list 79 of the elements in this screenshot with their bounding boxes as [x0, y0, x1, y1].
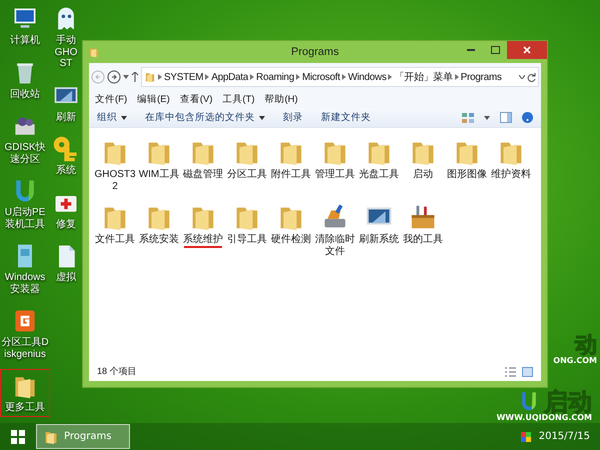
- desktop-shortcut[interactable]: Windows安装器: [0, 239, 50, 298]
- maximize-icon: [490, 46, 500, 54]
- folder-item[interactable]: 引导工具: [225, 199, 269, 248]
- help-icon[interactable]: [522, 112, 533, 123]
- file-item[interactable]: 清除临时文件: [313, 199, 357, 260]
- desktop-shortcut[interactable]: 虚拟: [52, 239, 80, 286]
- windows-logo-icon: [11, 430, 25, 444]
- breadcrumb[interactable]: 「开始」菜单: [394, 70, 453, 84]
- folder-item[interactable]: 文件工具: [93, 199, 137, 248]
- details-view-icon[interactable]: [505, 366, 516, 376]
- status-text: 18 个项目: [97, 365, 137, 378]
- refresh-icon[interactable]: [527, 72, 536, 82]
- window-title: Programs: [291, 46, 339, 58]
- folder-item[interactable]: 维护资料: [489, 134, 533, 184]
- desktop-shortcut[interactable]: GDISK快速分区: [0, 109, 50, 168]
- folder-item[interactable]: 管理工具: [313, 134, 357, 184]
- chevron-icon: [158, 74, 162, 80]
- view-options-icon[interactable]: [462, 112, 474, 122]
- desktop-shortcut[interactable]: 更多工具: [0, 369, 50, 416]
- dropdown-caret-icon[interactable]: [519, 75, 525, 79]
- folder-item[interactable]: 系统安装: [137, 199, 181, 248]
- wallpaper-url: ONG.COM: [553, 357, 597, 365]
- desktop-shortcut[interactable]: 修复: [52, 186, 80, 233]
- desktop-shortcut[interactable]: 手动GHOST: [52, 2, 80, 72]
- toolbar-button[interactable]: 新建文件夹: [321, 111, 371, 124]
- close-icon: [523, 46, 531, 54]
- menu-item[interactable]: 工具(T): [222, 93, 255, 106]
- forward-button[interactable]: [107, 70, 121, 84]
- breadcrumb[interactable]: Windows: [348, 72, 386, 82]
- menu-item[interactable]: 帮助(H): [264, 93, 298, 106]
- folder-item[interactable]: 磁盘管理: [181, 134, 225, 184]
- desktop-shortcut[interactable]: 系统: [52, 132, 80, 180]
- menu-item[interactable]: 查看(V): [180, 93, 212, 106]
- up-arrow-icon[interactable]: [131, 72, 139, 82]
- folder-item[interactable]: GHOST32: [93, 134, 137, 195]
- folder-icon: [144, 71, 156, 83]
- breadcrumb[interactable]: Programs: [460, 72, 502, 82]
- clock-date[interactable]: 2015/7/15: [538, 431, 590, 442]
- chevron-icon: [388, 74, 392, 80]
- folder-icon: [88, 46, 100, 58]
- folder-item[interactable]: 图形图像: [445, 134, 489, 184]
- desktop-shortcut[interactable]: 分区工具Diskgenius: [0, 304, 50, 363]
- chevron-icon: [205, 74, 210, 80]
- folder-item[interactable]: 附件工具: [269, 134, 313, 184]
- chevron-icon: [342, 74, 346, 80]
- folder-item[interactable]: 分区工具: [225, 134, 269, 184]
- close-button[interactable]: [507, 41, 547, 59]
- address-bar[interactable]: SYSTEM AppData Roaming Microsoft Windows 「开始」菜单 Programs: [141, 67, 539, 87]
- folder-item[interactable]: 启动: [401, 134, 445, 184]
- folder-item[interactable]: WIM工具: [137, 134, 181, 184]
- folder-item[interactable]: 系统维护: [181, 199, 225, 248]
- file-item[interactable]: 我的工具: [401, 199, 445, 248]
- dropdown-caret-icon[interactable]: [484, 116, 490, 120]
- menu-item[interactable]: 编辑(E): [137, 93, 170, 106]
- desktop-shortcut[interactable]: U启动PE装机工具: [0, 174, 50, 233]
- minimize-icon: [467, 49, 475, 51]
- chevron-icon: [454, 74, 459, 80]
- taskbar-button[interactable]: Programs: [36, 424, 130, 449]
- breadcrumb[interactable]: Microsoft: [302, 72, 340, 82]
- file-item[interactable]: 刷新系统: [357, 199, 401, 248]
- desktop-shortcut[interactable]: 刷新: [52, 78, 80, 126]
- folder-item[interactable]: 光盘工具: [357, 134, 401, 184]
- chevron-icon: [296, 74, 300, 80]
- folder-item[interactable]: 硬件检测: [269, 199, 313, 248]
- toolbar-button[interactable]: 刻录: [283, 111, 303, 124]
- preview-pane-icon[interactable]: [500, 112, 512, 123]
- breadcrumb[interactable]: AppData: [211, 72, 248, 82]
- breadcrumb[interactable]: SYSTEM: [164, 72, 204, 82]
- desktop-shortcut[interactable]: 回收站: [0, 56, 50, 103]
- desktop-shortcut[interactable]: 计算机: [0, 2, 50, 50]
- dropdown-caret-icon[interactable]: [123, 75, 129, 79]
- toolbar-button[interactable]: 组织: [97, 111, 127, 124]
- menu-item[interactable]: 文件(F): [95, 93, 128, 106]
- breadcrumb[interactable]: Roaming: [256, 72, 294, 82]
- toolbar-button[interactable]: 在库中包含所选的文件夹: [145, 111, 265, 124]
- wallpaper-url: WWW.UQIDONG.COM: [496, 414, 592, 422]
- chevron-icon: [250, 74, 254, 80]
- flag-icon[interactable]: [520, 432, 531, 442]
- large-icons-view-icon[interactable]: [522, 366, 533, 376]
